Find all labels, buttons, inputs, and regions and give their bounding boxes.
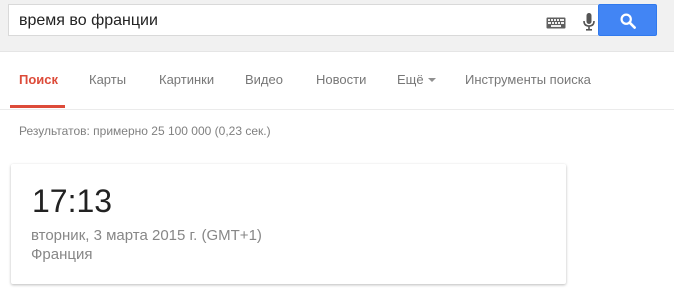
- tab-search-tools[interactable]: Инструменты поиска: [465, 72, 591, 87]
- search-box[interactable]: [8, 4, 598, 36]
- tab-search[interactable]: Поиск: [19, 72, 58, 87]
- tab-more[interactable]: Ещё: [397, 72, 436, 87]
- search-input[interactable]: [19, 11, 519, 31]
- search-tabs: Поиск Карты Картинки Видео Новости Ещё И…: [0, 51, 674, 110]
- current-time: 17:13: [32, 183, 113, 219]
- caret-down-icon: [427, 78, 436, 82]
- location-label: Франция: [31, 246, 93, 263]
- top-search-bar: [0, 0, 674, 52]
- tab-news[interactable]: Новости: [316, 72, 366, 87]
- search-button[interactable]: [598, 4, 657, 36]
- current-date: вторник, 3 марта 2015 г. (GMT+1): [31, 227, 262, 244]
- keyboard-icon[interactable]: [546, 16, 566, 29]
- active-tab-indicator: [10, 105, 65, 108]
- time-answer-card: 17:13 вторник, 3 марта 2015 г. (GMT+1) Ф…: [11, 164, 566, 284]
- tab-maps[interactable]: Карты: [89, 72, 126, 87]
- result-stats: Результатов: примерно 25 100 000 (0,23 с…: [19, 124, 271, 138]
- tab-images[interactable]: Картинки: [159, 72, 214, 87]
- magnifier-icon: [620, 13, 636, 29]
- tab-more-label: Ещё: [397, 72, 424, 87]
- microphone-icon[interactable]: [583, 13, 595, 31]
- tab-video[interactable]: Видео: [245, 72, 283, 87]
